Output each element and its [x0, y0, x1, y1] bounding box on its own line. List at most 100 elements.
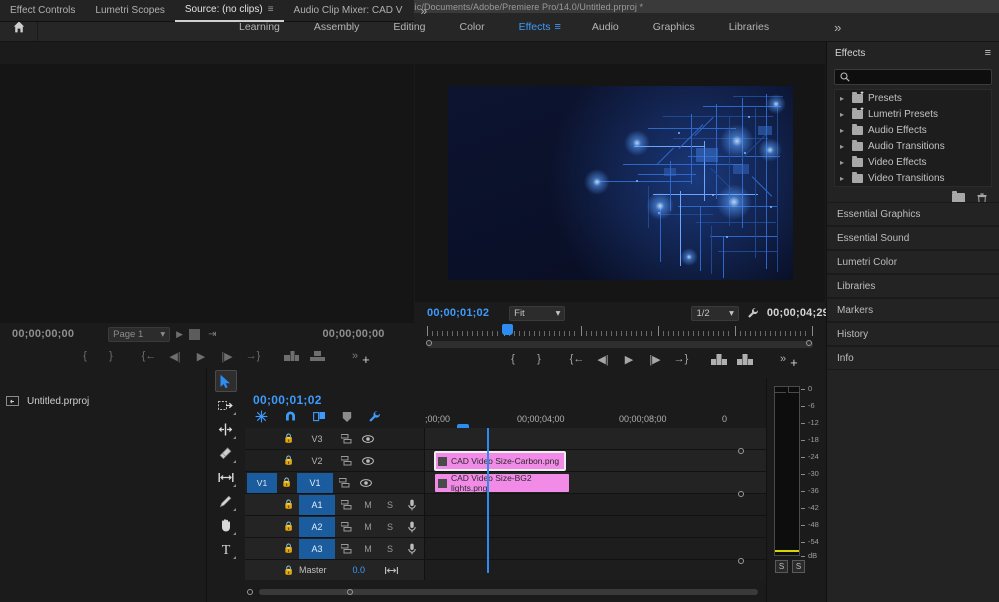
ripple-edit-tool[interactable] — [215, 418, 237, 440]
timeline-track-a2[interactable]: 🔒 A2 M S — [245, 516, 766, 538]
program-play-button[interactable]: ▶ — [616, 348, 642, 370]
type-tool[interactable]: T — [215, 538, 237, 560]
razor-tool[interactable] — [215, 442, 237, 464]
program-scrub-ticks[interactable] — [427, 326, 813, 340]
snowflake-icon[interactable] — [255, 410, 268, 423]
sync-lock-icon[interactable] — [333, 478, 355, 488]
workspace-tab-graphics[interactable]: Graphics — [636, 13, 712, 42]
timeline-track-master[interactable]: 🔒 Master 0.0 — [245, 560, 766, 580]
track-handle-master[interactable] — [738, 558, 744, 564]
track-content-v3[interactable] — [425, 428, 766, 449]
effects-item-video-effects[interactable]: ▸ Video Effects — [835, 154, 991, 170]
timeline-clip-carbon[interactable]: CAD Video Size-Carbon.png — [435, 452, 565, 470]
track-select-forward-tool[interactable] — [215, 394, 237, 416]
source-export-frame-icon[interactable]: ⇥ — [208, 329, 216, 340]
sync-lock-icon[interactable] — [335, 544, 357, 554]
lock-icon[interactable]: 🔒 — [279, 521, 299, 532]
sidebar-panel-libraries[interactable]: Libraries — [827, 274, 999, 298]
program-current-timecode[interactable]: 00;00;01;02 — [427, 307, 489, 319]
track-name-a1[interactable]: A1 — [299, 495, 335, 515]
program-extract-button[interactable] — [732, 348, 758, 370]
timeline-track-v2[interactable]: 🔒 V2 CAD Video Size-Carbon.png — [245, 450, 766, 472]
source-overwrite-button[interactable] — [304, 345, 330, 367]
source-page-select[interactable]: Page 1 ▾ — [108, 327, 170, 342]
toggle-track-output-icon[interactable] — [357, 457, 379, 465]
source-patch-v1[interactable]: V1 — [247, 473, 277, 493]
effects-search-field[interactable] — [834, 69, 992, 85]
track-content-a3[interactable] — [425, 538, 766, 559]
timeline-zoom-handle-right[interactable] — [347, 589, 353, 595]
timeline-scroll-track[interactable] — [259, 589, 758, 595]
tab-lumetri-scopes[interactable]: Lumetri Scopes — [85, 0, 174, 22]
workspace-tab-audio[interactable]: Audio — [575, 13, 636, 42]
program-zoom-scrollbar[interactable] — [427, 341, 813, 348]
track-handle-v1[interactable] — [738, 448, 744, 454]
toggle-track-output-icon[interactable] — [355, 479, 377, 487]
track-content-a1[interactable] — [425, 494, 766, 515]
audio-meter-clip-indicator[interactable] — [775, 550, 799, 552]
track-content-a2[interactable] — [425, 516, 766, 537]
program-fit-select[interactable]: Fit ▾ — [509, 306, 565, 321]
solo-track-button[interactable]: S — [379, 544, 401, 554]
microphone-icon[interactable] — [401, 543, 423, 555]
workspace-tab-color[interactable]: Color — [443, 13, 502, 42]
timeline-track-v3[interactable]: 🔒 V3 — [245, 428, 766, 450]
source-button-editor-add[interactable]: + — [362, 352, 370, 367]
sync-lock-icon[interactable] — [335, 500, 357, 510]
microphone-icon[interactable] — [401, 521, 423, 533]
workspace-overflow-icon[interactable]: » — [834, 20, 841, 35]
track-content-v2[interactable]: CAD Video Size-Carbon.png — [425, 450, 766, 471]
program-go-to-out-button[interactable]: →} — [668, 348, 694, 370]
chevron-right-icon[interactable]: ▸ — [840, 110, 847, 119]
effects-item-presets[interactable]: ▸ Presets — [835, 90, 991, 106]
tab-audio-clip-mixer[interactable]: Audio Clip Mixer: CAD V — [284, 0, 413, 22]
source-drag-icon[interactable] — [189, 329, 200, 340]
effects-item-audio-transitions[interactable]: ▸ Audio Transitions — [835, 138, 991, 154]
timeline-horizontal-scrollbar[interactable] — [245, 587, 766, 596]
track-name-a3[interactable]: A3 — [299, 539, 335, 559]
timeline-track-a3[interactable]: 🔒 A3 M S — [245, 538, 766, 560]
selection-tool[interactable] — [215, 370, 237, 392]
audio-meter-solo-right[interactable]: S — [792, 560, 805, 573]
chevron-right-icon[interactable]: ▸ — [840, 142, 847, 151]
hand-tool[interactable] — [215, 514, 237, 536]
workspace-tab-libraries[interactable]: Libraries — [712, 13, 786, 42]
mute-track-button[interactable]: M — [357, 500, 379, 510]
source-current-timecode[interactable]: 00;00;00;00 — [12, 328, 74, 340]
program-mark-out-button[interactable]: } — [526, 348, 552, 370]
program-zoom-handle-right[interactable] — [806, 340, 812, 346]
program-settings-button[interactable] — [747, 307, 759, 319]
lock-icon[interactable]: 🔒 — [277, 477, 297, 488]
source-mark-in-button[interactable]: { — [72, 345, 98, 367]
effects-item-audio-effects[interactable]: ▸ Audio Effects — [835, 122, 991, 138]
program-step-forward-button[interactable]: |▶ — [642, 348, 668, 370]
audio-meter-bars[interactable] — [774, 386, 800, 556]
program-mark-in-button[interactable]: { — [500, 348, 526, 370]
pen-tool[interactable] — [215, 490, 237, 512]
source-tabs-overflow-icon[interactable]: » — [412, 4, 435, 18]
master-level-value[interactable]: 0.0 — [353, 565, 366, 575]
program-playhead-handle[interactable] — [502, 324, 513, 335]
microphone-icon[interactable] — [401, 499, 423, 511]
mute-track-button[interactable]: M — [357, 522, 379, 532]
track-name-v3[interactable]: V3 — [299, 434, 335, 444]
sync-lock-icon[interactable] — [335, 434, 357, 444]
timeline-playhead-line[interactable] — [487, 428, 489, 573]
program-transport-overflow-icon[interactable]: » — [780, 353, 786, 365]
wrench-icon[interactable] — [368, 410, 381, 423]
track-name-a2[interactable]: A2 — [299, 517, 335, 537]
effects-item-lumetri-presets[interactable]: ▸ Lumetri Presets — [835, 106, 991, 122]
program-monitor-stage[interactable] — [415, 64, 825, 302]
source-step-forward-button[interactable]: |▶ — [214, 345, 240, 367]
effects-item-video-transitions[interactable]: ▸ Video Transitions — [835, 170, 991, 186]
sidebar-panel-markers[interactable]: Markers — [827, 298, 999, 322]
toggle-track-output-icon[interactable] — [357, 435, 379, 443]
parent-bin-icon[interactable] — [6, 395, 20, 407]
lock-icon[interactable]: 🔒 — [279, 543, 299, 554]
program-zoom-handle-left[interactable] — [426, 340, 432, 346]
sidebar-panel-info[interactable]: Info — [827, 346, 999, 370]
source-insert-button[interactable] — [278, 345, 304, 367]
slip-tool[interactable] — [215, 466, 237, 488]
solo-track-button[interactable]: S — [379, 522, 401, 532]
timeline-track-a1[interactable]: 🔒 A1 M S — [245, 494, 766, 516]
